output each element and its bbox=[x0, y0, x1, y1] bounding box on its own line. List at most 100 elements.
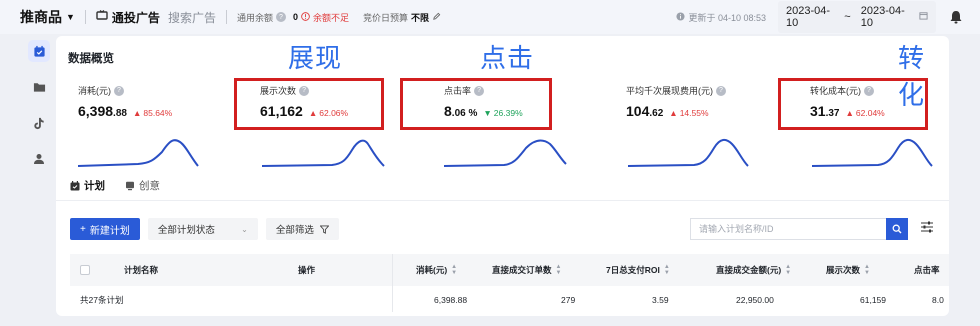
divider bbox=[84, 10, 86, 24]
summary-label: 共27条计划 bbox=[80, 295, 124, 305]
select-all-checkbox[interactable] bbox=[80, 265, 90, 275]
brand-dropdown[interactable]: 推商品 ▼ bbox=[20, 7, 75, 27]
sort-icon[interactable]: ▲ ▼ bbox=[664, 264, 670, 276]
topbar-right: 更新于 04-10 08:53 2023-04-10 ~ 2023-04-10 bbox=[676, 0, 980, 34]
column-header[interactable]: 直接成交金额(元) ▲ ▼ bbox=[716, 254, 791, 286]
balance-label: 通用余额 bbox=[236, 12, 273, 23]
sidebar-item-douyin[interactable] bbox=[28, 112, 50, 134]
filter-button[interactable]: 全部筛选 bbox=[265, 218, 339, 240]
search-box bbox=[690, 218, 908, 240]
help-icon[interactable]: ? bbox=[275, 12, 286, 22]
column-header-label: 直接成交订单数 bbox=[492, 265, 552, 275]
column-header[interactable]: 点击率 bbox=[914, 254, 940, 286]
balance-info: 通用余额 ? 0 余额不足 bbox=[237, 11, 349, 24]
highlight-box-conversion bbox=[778, 78, 928, 130]
date-range-picker[interactable]: 2023-04-10 ~ 2023-04-10 bbox=[778, 1, 936, 33]
brand-label: 推商品 bbox=[20, 9, 62, 25]
new-plan-label: 新建计划 bbox=[89, 225, 130, 237]
overview-title: 数据概览 bbox=[68, 53, 114, 65]
warning-icon bbox=[301, 11, 310, 23]
tab-general-ads-label: 通投广告 bbox=[111, 10, 160, 25]
budget-info: 竞价日预算 不限 bbox=[363, 11, 441, 24]
sidebar-item-plans[interactable] bbox=[28, 40, 50, 62]
tab-search-ads-label: 搜索广告 bbox=[167, 10, 216, 25]
sparkline-conversion-cost bbox=[812, 138, 933, 167]
tab-creatives[interactable]: 创意 bbox=[125, 178, 160, 199]
table-toolbar: + 新建计划 全部计划状态 ⌄ 全部筛选 bbox=[70, 218, 339, 240]
summary-orders: 279 bbox=[561, 295, 576, 305]
user-icon bbox=[34, 154, 44, 164]
balance-value: 0 bbox=[292, 12, 298, 22]
column-header-label: 7日总支付ROI bbox=[606, 265, 660, 275]
balance-warning: 余额不足 bbox=[312, 12, 349, 23]
update-info: 更新于 04-10 08:53 bbox=[676, 11, 766, 24]
help-icon[interactable]: ? bbox=[114, 85, 124, 96]
column-header[interactable]: 直接成交订单数 ▲ ▼ bbox=[492, 254, 561, 286]
highlight-box-ctr bbox=[400, 78, 552, 130]
funnel-icon bbox=[319, 224, 329, 234]
update-text: 更新于 04-10 08:53 bbox=[688, 12, 766, 23]
metric-cost[interactable]: 消耗(元)? 6,398.88 ▲ 85.64% bbox=[78, 84, 238, 121]
date-end: 2023-04-10 bbox=[860, 5, 905, 29]
sort-icon[interactable]: ▲ ▼ bbox=[864, 264, 870, 276]
main-panel: 数据概览 展现 点击 转化 消耗(元)? 6,398.88 ▲ 85.64% 展示… bbox=[56, 36, 949, 316]
metric-value: 6,398 bbox=[78, 103, 114, 119]
sidebar-item-folder[interactable] bbox=[28, 76, 50, 98]
monitor-icon bbox=[126, 181, 134, 190]
tv-icon bbox=[96, 10, 108, 24]
plan-status-select[interactable]: 全部计划状态 ⌄ bbox=[147, 218, 258, 240]
sidebar bbox=[22, 34, 56, 326]
help-icon[interactable]: ? bbox=[716, 85, 726, 96]
tab-plans[interactable]: 计划 bbox=[70, 178, 105, 199]
budget-label: 竞价日预算 bbox=[363, 12, 409, 23]
tab-general-ads[interactable]: 通投广告 bbox=[96, 9, 160, 26]
sort-icon[interactable]: ▲ ▼ bbox=[451, 264, 457, 276]
search-icon bbox=[892, 224, 902, 234]
column-header[interactable]: 展示次数 ▲ ▼ bbox=[826, 254, 870, 286]
metric-label-text: 平均千次展现费用(元) bbox=[626, 86, 713, 96]
sparkline-cpm bbox=[628, 138, 749, 167]
edit-icon[interactable] bbox=[432, 12, 441, 23]
column-header[interactable]: 消耗(元) ▲ ▼ bbox=[416, 254, 457, 286]
sort-icon[interactable]: ▲ ▼ bbox=[556, 264, 562, 276]
tab-search-ads[interactable]: 搜索广告 bbox=[168, 9, 216, 26]
column-header-label: 操作 bbox=[298, 265, 316, 275]
summary-roi: 3.59 bbox=[652, 295, 669, 305]
divider bbox=[56, 200, 949, 201]
search-input[interactable] bbox=[690, 218, 886, 240]
plan-status-value: 全部计划状态 bbox=[157, 225, 215, 236]
date-start: 2023-04-10 bbox=[786, 5, 831, 29]
search-button[interactable] bbox=[886, 218, 908, 240]
metric-change-value: 14.55% bbox=[679, 108, 709, 118]
date-separator: ~ bbox=[844, 11, 851, 23]
metric-fraction: .88 bbox=[113, 108, 127, 119]
column-header[interactable]: 7日总支付ROI ▲ ▼ bbox=[606, 254, 670, 286]
column-header-label: 直接成交金额(元) bbox=[716, 265, 782, 275]
metric-cpm[interactable]: 平均千次展现费用(元)? 104.62 ▲ 14.55% bbox=[626, 84, 786, 121]
column-settings-button[interactable] bbox=[920, 220, 934, 239]
metric-change-value: 85.64% bbox=[143, 108, 173, 118]
column-header: 操作 bbox=[298, 254, 315, 286]
notification-bell-icon[interactable] bbox=[944, 5, 968, 29]
annotation-click: 点击 bbox=[480, 43, 535, 73]
budget-value: 不限 bbox=[411, 12, 430, 23]
column-header[interactable]: 计划名称 bbox=[124, 254, 158, 286]
metric-change: ▲ 85.64% bbox=[132, 108, 173, 118]
sidebar-item-user[interactable] bbox=[28, 148, 50, 170]
tiktok-icon bbox=[34, 117, 44, 129]
summary-cost: 6,398.88 bbox=[434, 295, 468, 305]
annotation-impression: 展现 bbox=[288, 43, 343, 73]
calendar-icon bbox=[919, 11, 928, 23]
info-icon bbox=[676, 11, 686, 23]
summary-amount: 22,950.00 bbox=[736, 295, 774, 305]
plus-icon: + bbox=[80, 223, 86, 235]
sliders-icon bbox=[921, 221, 933, 233]
sort-icon[interactable]: ▲ ▼ bbox=[785, 264, 791, 276]
caret-down-icon: ▼ bbox=[66, 12, 75, 22]
new-plan-button[interactable]: + 新建计划 bbox=[70, 218, 140, 240]
metric-fraction: .62 bbox=[649, 108, 664, 119]
table-row-summary: 共27条计划 6,398.88 279 3.59 22,950.00 61,15… bbox=[70, 286, 949, 314]
metric-value: 104 bbox=[626, 103, 650, 119]
summary-impressions: 61,159 bbox=[860, 295, 886, 305]
metric-change: ▲ 14.55% bbox=[669, 108, 709, 118]
